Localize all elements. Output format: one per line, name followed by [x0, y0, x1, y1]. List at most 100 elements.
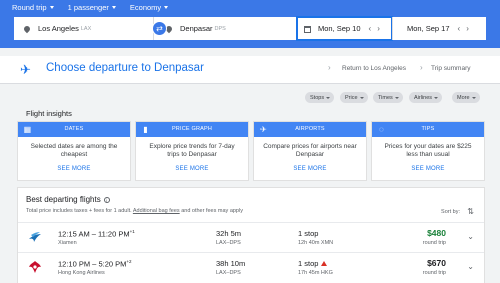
- cabin-select[interactable]: Economy: [130, 3, 169, 12]
- insight-card-dates[interactable]: ▦ DATES Selected dates are among the che…: [18, 122, 130, 180]
- filter-more[interactable]: More: [452, 92, 480, 103]
- card-label: AIRPORTS: [295, 126, 325, 132]
- card-text: Compare prices for airports near Denpasa…: [263, 143, 357, 158]
- filter-label: Times: [378, 94, 393, 101]
- page-title: Choose departure to Denpasar: [46, 62, 204, 74]
- flight-price: $670: [427, 258, 446, 268]
- location-pin-icon: [22, 24, 32, 33]
- destination-city: Denpasar: [180, 24, 213, 33]
- note-suffix: and other fees may apply: [181, 208, 243, 214]
- flight-times: 12:15 AM – 11:20 PM+1: [58, 229, 135, 239]
- insight-card-tips[interactable]: ◌ TIPS Prices for your dates are $225 le…: [372, 122, 484, 180]
- flight-row[interactable]: 12:10 PM – 5:20 PM+2 Hong Kong Airlines …: [18, 252, 484, 282]
- flight-price: $480: [427, 228, 446, 238]
- chevron-down-icon[interactable]: ⌄: [467, 232, 474, 241]
- layover: 17h 45m HKG: [298, 270, 333, 276]
- flight-times: 12:10 PM – 5:20 PM+2: [58, 259, 132, 269]
- flight-route: LAX–DPS: [216, 240, 241, 246]
- card-label: PRICE GRAPH: [171, 126, 213, 132]
- see-more-link[interactable]: SEE MORE: [136, 166, 248, 172]
- see-more-link[interactable]: SEE MORE: [18, 166, 130, 172]
- day-offset: +2: [126, 259, 132, 264]
- search-options: Round trip 1 passenger Economy: [12, 3, 182, 12]
- info-icon[interactable]: i: [103, 196, 110, 203]
- filter-label: Airlines: [414, 94, 433, 101]
- time-range: 12:10 PM – 5:20 PM: [58, 259, 127, 269]
- warning-icon: [321, 261, 328, 266]
- chevron-left-icon[interactable]: ‹: [369, 24, 372, 33]
- chevron-right-icon: ›: [328, 63, 331, 72]
- origin-code: LAX: [80, 25, 92, 32]
- destination-code: DPS: [214, 25, 226, 32]
- airline-name: Hong Kong Airlines: [58, 270, 105, 276]
- card-label: DATES: [64, 126, 84, 132]
- trip-type-select[interactable]: Round trip: [12, 3, 54, 12]
- results-title: Best departing flights i: [26, 195, 110, 204]
- search-header: Round trip 1 passenger Economy Los Angel…: [0, 0, 500, 48]
- chevron-right-icon[interactable]: ›: [377, 24, 380, 33]
- see-more-link[interactable]: SEE MORE: [372, 166, 484, 172]
- origin-city: Los Angeles: [38, 24, 79, 33]
- airplane-icon: ✈: [260, 125, 267, 134]
- filter-times[interactable]: Times: [373, 92, 403, 103]
- chevron-right-icon: ›: [420, 63, 423, 72]
- breadcrumb-summary[interactable]: Trip summary: [431, 65, 470, 72]
- breadcrumb-return[interactable]: Return to Los Angeles: [342, 65, 406, 72]
- card-header: ▦ DATES: [18, 122, 130, 137]
- caret-down-icon: [49, 6, 54, 9]
- day-offset: +1: [129, 229, 135, 234]
- chevron-right-icon[interactable]: ›: [466, 24, 469, 33]
- hong-kong-airlines-logo-icon: [29, 261, 41, 273]
- filter-stops[interactable]: Stops: [305, 92, 335, 103]
- departure-date-field[interactable]: Mon, Sep 10 ‹ ›: [296, 16, 393, 41]
- time-range: 12:15 AM – 11:20 PM: [58, 229, 130, 239]
- card-header: ✈ AIRPORTS: [254, 122, 366, 137]
- trip-type-label: Round trip: [12, 3, 47, 12]
- xiamen-airlines-logo-icon: [29, 232, 41, 242]
- stops-text: 1 stop: [298, 229, 319, 238]
- caret-down-icon: [394, 96, 399, 99]
- caret-down-icon: [111, 6, 116, 9]
- passengers-select[interactable]: 1 passenger: [68, 3, 116, 12]
- price-type: round trip: [422, 270, 446, 276]
- caret-down-icon: [359, 96, 364, 99]
- chevron-left-icon[interactable]: ‹: [458, 24, 461, 33]
- results-title-text: Best departing flights: [26, 195, 101, 204]
- return-date: Mon, Sep 17: [407, 24, 450, 33]
- insights-title: Flight insights: [26, 109, 72, 118]
- bag-fees-link[interactable]: Additional bag fees: [133, 208, 180, 214]
- flight-stops: 1 stop: [298, 229, 318, 238]
- filter-price[interactable]: Price: [340, 92, 368, 103]
- return-date-field[interactable]: Mon, Sep 17 ‹ ›: [392, 17, 486, 40]
- filter-airlines[interactable]: Airlines: [409, 92, 443, 103]
- flight-stops: 1 stop: [298, 259, 328, 268]
- card-label: TIPS: [421, 126, 435, 132]
- swap-icon[interactable]: ⇄: [152, 21, 167, 36]
- chevron-down-icon[interactable]: ⌄: [467, 262, 474, 271]
- destination-field[interactable]: Denpasar DPS: [154, 17, 297, 40]
- card-text: Explore price trends for 7-day trips to …: [149, 143, 235, 158]
- departure-date: Mon, Sep 10: [318, 24, 361, 33]
- lightbulb-icon: ◌: [379, 125, 384, 134]
- flight-row[interactable]: 12:15 AM – 11:20 PM+1 Xiamen 32h 5m LAX–…: [18, 222, 484, 252]
- caret-down-icon: [326, 96, 331, 99]
- card-text: Selected dates are among the cheapest: [30, 143, 118, 158]
- flight-duration: 32h 5m: [216, 229, 242, 238]
- card-text: Prices for your dates are $225 less than…: [384, 143, 472, 158]
- insight-card-price-graph[interactable]: ▮ PRICE GRAPH Explore price trends for 7…: [136, 122, 248, 180]
- stops-text: 1 stop: [298, 259, 319, 268]
- results-note: Total price includes taxes + fees for 1 …: [26, 208, 243, 214]
- insight-card-airports[interactable]: ✈ AIRPORTS Compare prices for airports n…: [254, 122, 366, 180]
- caret-down-icon: [164, 6, 169, 9]
- flight-route: LAX–DPS: [216, 270, 241, 276]
- departure-plane-icon: ✈: [20, 62, 31, 77]
- filter-label: More: [457, 94, 470, 101]
- passengers-label: 1 passenger: [67, 3, 109, 12]
- see-more-link[interactable]: SEE MORE: [254, 166, 366, 172]
- layover: 12h 40m XMN: [298, 240, 334, 246]
- calendar-icon: ▦: [23, 125, 32, 134]
- search-row: Los Angeles LAX ⇄ Denpasar DPS Mon, Sep …: [14, 16, 500, 41]
- flight-duration: 38h 10m: [216, 259, 246, 268]
- sort-icon[interactable]: ⇅: [467, 207, 474, 216]
- origin-field[interactable]: Los Angeles LAX: [14, 17, 154, 40]
